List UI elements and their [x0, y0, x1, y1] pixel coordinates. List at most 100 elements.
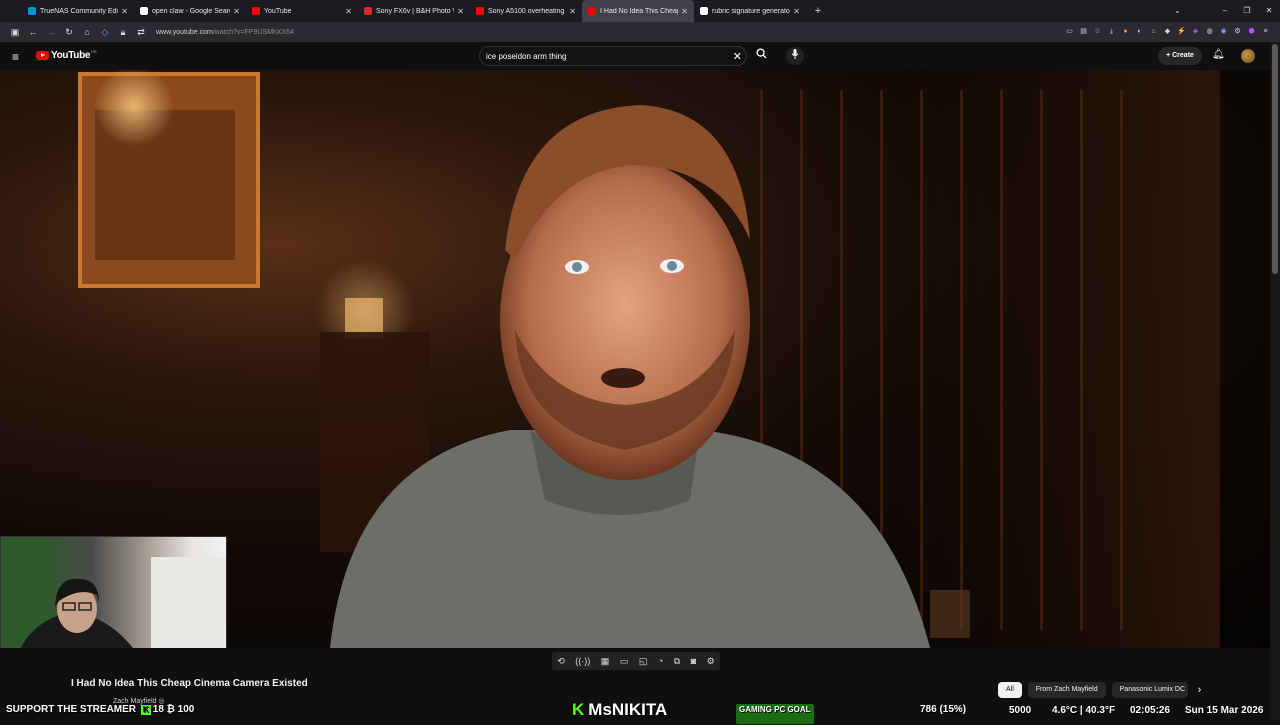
- browser-tab[interactable]: YouTube ✕: [246, 0, 358, 22]
- chip-from-channel[interactable]: From Zach Mayfield: [1027, 682, 1106, 698]
- goal-target: 5000: [1009, 705, 1032, 716]
- url-bar[interactable]: www.youtube.com/watch?v=FP9USMhXX64: [156, 29, 294, 36]
- notifications-bell-icon[interactable]: 🔔︎: [1212, 49, 1225, 60]
- cinema-icon[interactable]: ▦: [601, 656, 610, 667]
- close-tab-icon[interactable]: ✕: [457, 7, 464, 16]
- shield-icon[interactable]: ◇: [96, 27, 114, 38]
- speed-icon[interactable]: ◔: [658, 656, 663, 666]
- close-tab-icon[interactable]: ✕: [681, 7, 688, 16]
- account-avatar[interactable]: [1241, 49, 1255, 63]
- browser-tab-strip: TrueNAS Community Edition | ✕open claw -…: [0, 0, 1280, 22]
- tab-favicon-icon: [364, 7, 372, 15]
- video-player[interactable]: [0, 70, 1270, 648]
- close-tab-icon[interactable]: ✕: [793, 7, 800, 16]
- extension-icon[interactable]: ●: [1119, 27, 1132, 37]
- browser-tab[interactable]: open claw - Google Search ✕: [134, 0, 246, 22]
- restore-icon[interactable]: ❐: [1236, 0, 1258, 22]
- new-tab-button[interactable]: +: [810, 5, 826, 17]
- browser-tab[interactable]: Sony FX6v | B&H Photo Video✕: [358, 0, 470, 22]
- tab-title: I Had No Idea This Cheap C: [600, 7, 678, 15]
- tab-favicon-icon: [28, 7, 36, 15]
- chevron-right-icon[interactable]: ›: [1198, 684, 1202, 696]
- lock-icon[interactable]: 🔒︎: [114, 27, 132, 38]
- browser-tab[interactable]: TrueNAS Community Edition | ✕: [22, 0, 134, 22]
- support-label: SUPPORT THE STREAMER: [6, 704, 137, 715]
- browser-toolbar-icons: ▭ ▤ ☆ ⤓ ● ◐ ⌂ ◆ ⚡ ◈ ◍ ◉ ⚙ ⬣ ≡: [1062, 22, 1272, 42]
- extension-icon[interactable]: ◍: [1203, 27, 1216, 37]
- extension-icon[interactable]: ◆: [1161, 27, 1174, 37]
- extension-icon[interactable]: ◈: [1189, 27, 1202, 37]
- browser-tab[interactable]: Sony A5100 overheating proble✕: [470, 0, 582, 22]
- download-icon[interactable]: ⤓: [1105, 27, 1118, 37]
- extension-icon[interactable]: ⚙: [1231, 27, 1244, 37]
- reload-icon[interactable]: ↻: [60, 27, 78, 38]
- close-tab-icon[interactable]: ✕: [569, 7, 576, 16]
- extension-icon[interactable]: ⚡: [1175, 27, 1188, 37]
- tab-title: TrueNAS Community Edition |: [40, 7, 118, 15]
- scrollbar-thumb[interactable]: [1272, 44, 1278, 274]
- kick-logo-icon: K: [572, 700, 585, 719]
- voice-search-button[interactable]: [786, 47, 804, 65]
- tab-favicon-icon: [476, 7, 484, 15]
- goal-progress: 786 (15%): [920, 704, 967, 715]
- page-settings-icon[interactable]: ⇄: [132, 27, 150, 38]
- tab-favicon-icon: [700, 7, 708, 15]
- theater-icon[interactable]: ▭: [620, 656, 629, 667]
- search-box[interactable]: ice poseidon arm thing ✕: [479, 46, 747, 66]
- create-button[interactable]: + Create: [1158, 47, 1202, 65]
- extension-icon[interactable]: ⬣: [1245, 27, 1258, 37]
- tab-favicon-icon: [588, 7, 596, 15]
- date: Sun 15 Mar 2026: [1185, 705, 1264, 716]
- pip-icon[interactable]: ⧉: [674, 656, 680, 667]
- mic-icon: [791, 49, 799, 59]
- settings-gear-icon[interactable]: ⚙: [707, 656, 715, 667]
- create-label: Create: [1172, 52, 1194, 59]
- tab-title: Sony A5100 overheating proble: [488, 7, 566, 15]
- bookmark-star-icon[interactable]: ☆: [1091, 27, 1104, 37]
- screenshot-icon[interactable]: ▭: [1063, 27, 1076, 37]
- youtube-play-icon: [36, 51, 49, 60]
- extension-icon[interactable]: ◐: [1133, 27, 1146, 37]
- extension-icon[interactable]: ⌂: [1147, 27, 1160, 37]
- youtube-logo[interactable]: YouTube DE: [36, 49, 97, 61]
- browser-tab[interactable]: rubric signature generator - Go✕: [694, 0, 806, 22]
- support-text: SUPPORT THE STREAMER K 18 ₿ 100: [6, 704, 194, 724]
- video-extension-toolbar: ⟲ ((·)) ▦ ▭ ◱ ◔ ⧉ ◙ ⚙: [552, 652, 720, 670]
- close-window-icon[interactable]: ✕: [1258, 0, 1280, 22]
- mini-player-icon[interactable]: ◱: [639, 656, 648, 667]
- hamburger-menu-icon[interactable]: ≡: [1259, 27, 1272, 37]
- url-host: www.youtube.com: [156, 28, 213, 36]
- sats-icon: ₿: [166, 704, 175, 715]
- window-controls: – ❐ ✕: [1214, 0, 1280, 22]
- sidebar-toggle-icon[interactable]: ▣: [6, 27, 24, 38]
- browser-tab[interactable]: I Had No Idea This Cheap C✕: [582, 0, 694, 22]
- streamer-name: MsNIKITA: [588, 700, 668, 719]
- tab-title: Sony FX6v | B&H Photo Video: [376, 7, 454, 15]
- temperature: 4.6°C | 40.3°F: [1052, 705, 1116, 716]
- loop-icon[interactable]: ⟲: [557, 656, 565, 667]
- related-chips: All From Zach Mayfield Panasonic Lumix D…: [998, 682, 1201, 698]
- chip-panasonic[interactable]: Panasonic Lumix DC: [1111, 682, 1188, 698]
- search-button[interactable]: [750, 47, 772, 65]
- tab-favicon-icon: [140, 7, 148, 15]
- clear-search-icon[interactable]: ✕: [733, 50, 742, 63]
- kick-icon: K: [140, 705, 151, 715]
- tab-favicon-icon: [252, 7, 260, 15]
- camera-icon[interactable]: ◙: [691, 656, 696, 666]
- minimize-icon[interactable]: –: [1214, 0, 1236, 22]
- close-tab-icon[interactable]: ✕: [121, 7, 128, 16]
- close-tab-icon[interactable]: ✕: [345, 7, 352, 16]
- extension-icon[interactable]: ◉: [1217, 27, 1230, 37]
- video-title: I Had No Idea This Cheap Cinema Camera E…: [71, 678, 308, 689]
- reader-view-icon[interactable]: ▤: [1077, 27, 1090, 37]
- search-input[interactable]: ice poseidon arm thing: [486, 52, 567, 61]
- url-path: /watch?v=FP9USMhXX64: [212, 28, 294, 36]
- guide-menu-icon[interactable]: ≡: [12, 50, 19, 64]
- audio-icon[interactable]: ((·)): [575, 656, 590, 666]
- forward-icon[interactable]: →: [42, 27, 60, 37]
- home-icon[interactable]: ⌂: [78, 27, 96, 37]
- back-icon[interactable]: ←: [24, 27, 42, 37]
- close-tab-icon[interactable]: ✕: [233, 7, 240, 16]
- chip-all[interactable]: All: [998, 682, 1022, 698]
- tab-list-menu-icon[interactable]: ⌄: [1174, 0, 1181, 22]
